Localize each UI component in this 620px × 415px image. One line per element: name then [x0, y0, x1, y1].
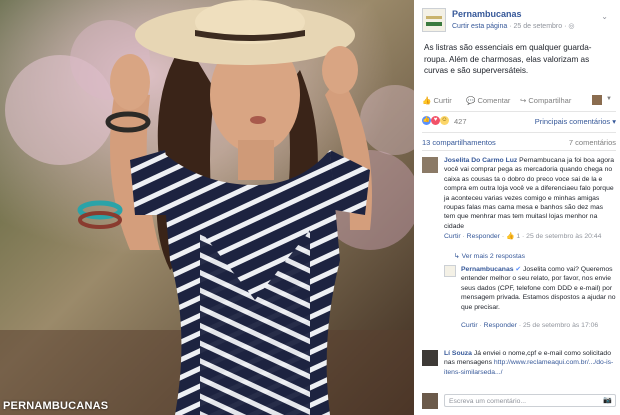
top-comments-dropdown[interactable]: Principais comentários ▾ [535, 117, 616, 126]
post-side-panel: Pernambucanas Curtir esta página · 25 de… [414, 0, 620, 415]
comment-meta: Curtir · Responder · 👍 1 · 25 de setembr… [444, 233, 602, 240]
reply-time[interactable]: 25 de setembro às 17:06 [523, 322, 598, 329]
page-avatar[interactable] [422, 8, 446, 32]
post-date[interactable]: · 25 de setembro · [509, 23, 566, 30]
photo-illustration [0, 0, 414, 415]
comment-item: Lí Souza Já enviei o nome,cpf e e-mail c… [444, 349, 616, 377]
view-more-replies-link[interactable]: ↳ Ver mais 2 respostas [454, 252, 525, 260]
verified-icon: ✔ [515, 266, 522, 273]
post-actions: 👍 Curtir 💬 Comentar ↪ Compartilhar ▼ [422, 95, 616, 108]
comment-author[interactable]: Lí Souza [444, 350, 472, 357]
comment-reply-link[interactable]: Responder [467, 233, 500, 240]
photo-watermark: PERNAMBUCANAS [3, 400, 109, 412]
globe-icon: ◎ [568, 23, 575, 30]
comment-button[interactable]: 💬 Comentar [466, 96, 510, 105]
page-name-link[interactable]: Pernambucanas [452, 9, 522, 19]
divider [422, 111, 616, 112]
shares-count-link[interactable]: 13 compartilhamentos [422, 138, 496, 147]
post-photo[interactable]: PERNAMBUCANAS [0, 0, 414, 415]
reply-reply-link[interactable]: Responder [484, 322, 517, 329]
comments-count[interactable]: 7 comentários [569, 138, 616, 147]
reply-item: Pernambucanas ✔ Joselita como vai? Quere… [461, 265, 616, 312]
reply-meta: Curtir · Responder · 25 de setembro às 1… [461, 322, 599, 329]
avatar[interactable] [444, 265, 456, 277]
avatar[interactable] [422, 157, 438, 173]
comment-input[interactable]: Escreva um comentário... [444, 394, 616, 407]
like-reaction-icon[interactable]: 👍 [422, 116, 431, 125]
post-subline: Curtir esta página · 25 de setembro · ◎ [452, 22, 574, 30]
viewer-avatar[interactable] [422, 393, 438, 409]
comment-item: Joselita Do Carmo Luz Pernambucana ja fo… [444, 156, 616, 231]
comment-composer: Escreva um comentário... 📷 [422, 393, 618, 409]
avatar[interactable] [422, 350, 438, 366]
love-reaction-icon[interactable]: ♥ [431, 116, 440, 125]
comment-text: Pernambucana ja foi boa agora você vai c… [444, 157, 615, 230]
comment-time[interactable]: 25 de setembro às 20:44 [526, 233, 601, 240]
divider [422, 132, 616, 133]
viewer-avatar[interactable] [592, 95, 602, 105]
haha-reaction-icon[interactable]: ☺ [440, 116, 449, 125]
share-button[interactable]: ↪ Compartilhar [520, 96, 571, 105]
like-button[interactable]: 👍 Curtir [422, 96, 452, 105]
comment-like-link[interactable]: Curtir [444, 233, 461, 240]
like-page-link[interactable]: Curtir esta página [452, 23, 507, 30]
post-header: Pernambucanas Curtir esta página · 25 de… [422, 8, 612, 36]
reply-author[interactable]: Pernambucanas [461, 266, 514, 273]
chevron-down-icon[interactable]: ⌄ [601, 12, 608, 21]
thumbs-up-icon: 👍 [422, 96, 432, 105]
comment-icon: 💬 [466, 96, 476, 105]
divider [422, 150, 616, 151]
reactions-bar: 👍 ♥ ☺ 427 Principais comentários ▾ [422, 116, 616, 128]
share-icon: ↪ [520, 96, 527, 105]
thumbs-up-icon: 👍 [505, 233, 515, 240]
camera-icon[interactable]: 📷 [603, 396, 612, 404]
caret-down-icon[interactable]: ▼ [606, 96, 612, 102]
comment-like-count[interactable]: 1 [516, 233, 520, 240]
reactions-count[interactable]: 427 [454, 117, 467, 126]
reply-like-link[interactable]: Curtir [461, 322, 478, 329]
post-text: As listras são essenciais em qualquer gu… [424, 43, 592, 75]
comment-author[interactable]: Joselita Do Carmo Luz [444, 157, 517, 164]
